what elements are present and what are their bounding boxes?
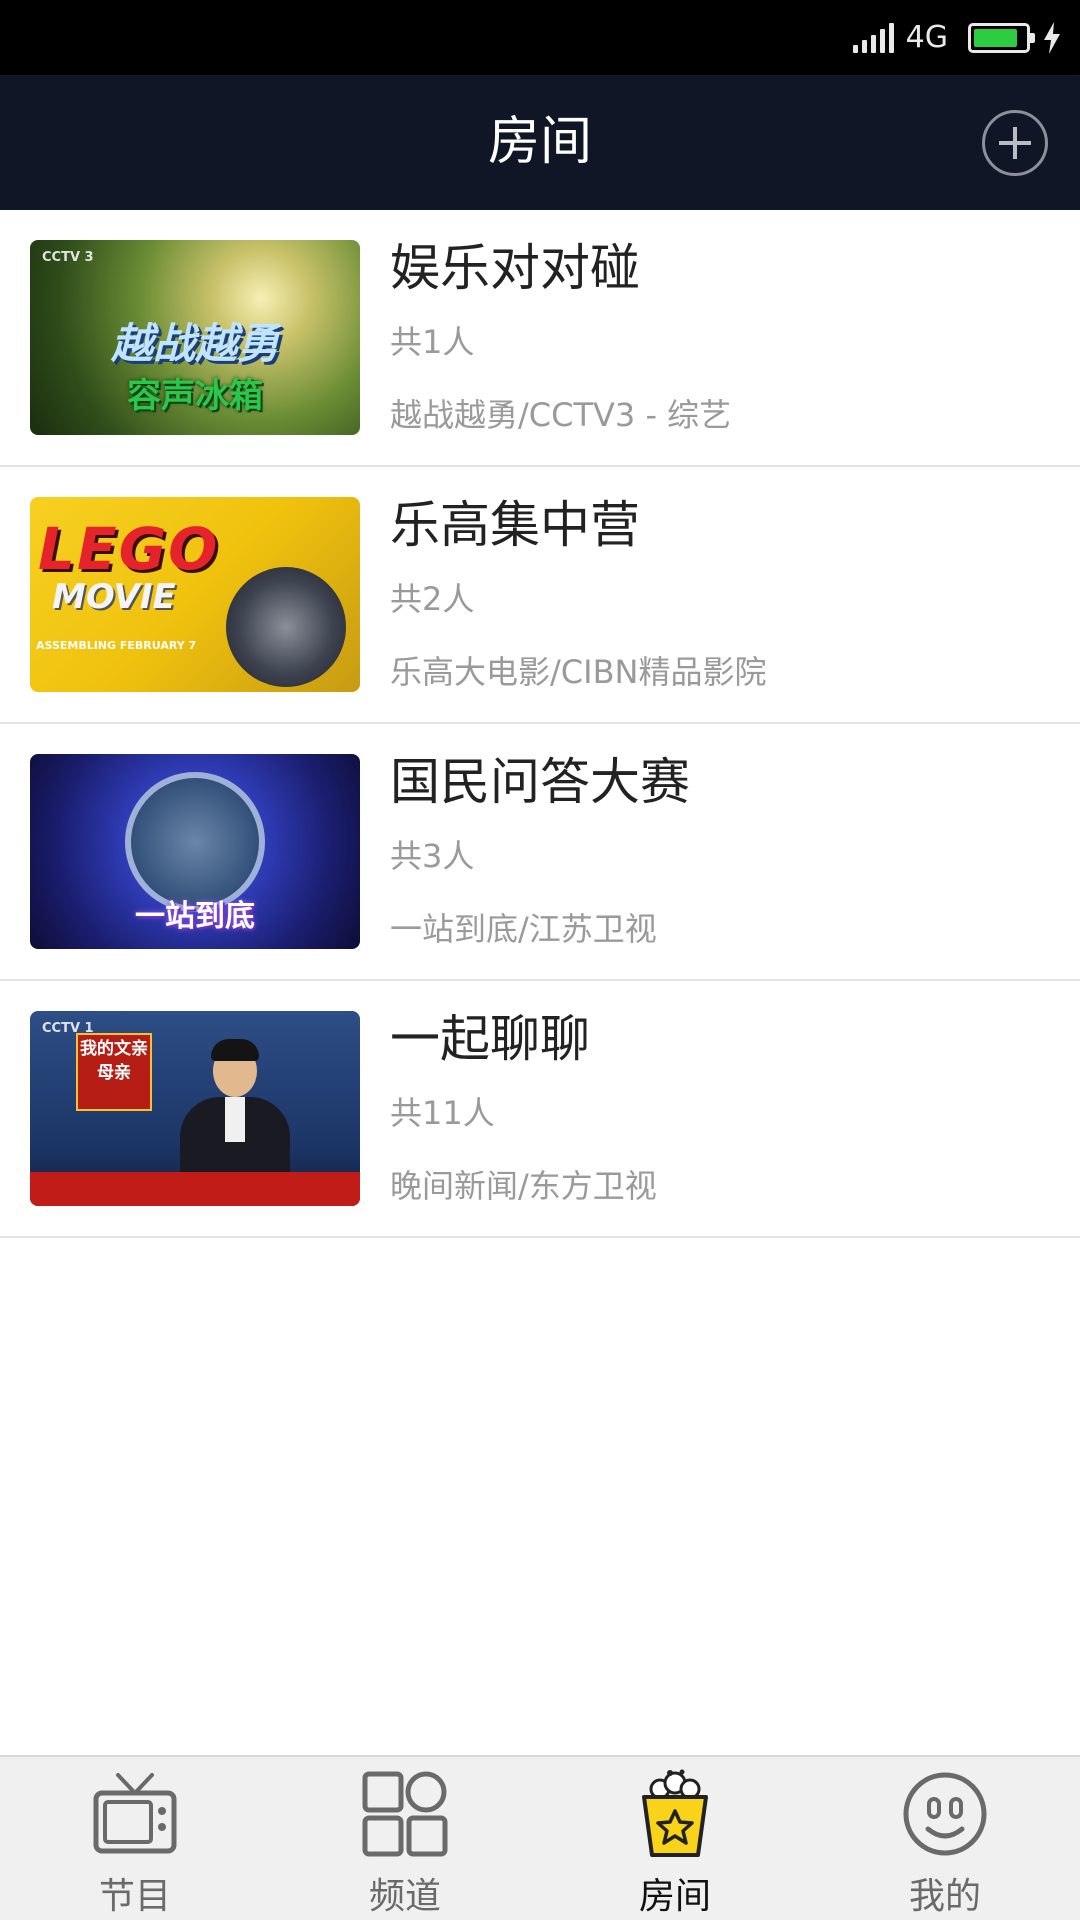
room-list-item[interactable]: CCTV 3 越战越勇 容声冰箱 娱乐对对碰 共1人 越战越勇/CCTV3 - … (0, 210, 1080, 467)
status-indicators: 4G (852, 18, 1062, 58)
room-member-count: 共2人 (390, 580, 475, 618)
tab-label: 节目 (98, 1876, 171, 1917)
thumbnail-logo: LEGO (38, 515, 220, 583)
thumbnail-art (226, 567, 346, 687)
thumbnail-caption: 我的文亲母亲 (76, 1033, 152, 1111)
room-name: 国民问答大赛 (390, 753, 690, 811)
room-name: 一起聊聊 (390, 1010, 590, 1068)
battery-icon (968, 23, 1035, 53)
room-program-source: 一站到底/江苏卫视 (390, 910, 657, 948)
charging-icon (1044, 22, 1060, 54)
smiley-face-icon (903, 1772, 987, 1856)
room-list: CCTV 3 越战越勇 容声冰箱 娱乐对对碰 共1人 越战越勇/CCTV3 - … (0, 210, 1080, 1238)
add-room-button[interactable] (982, 110, 1048, 176)
tab-rooms[interactable]: 房间 (540, 1757, 810, 1920)
thumbnail-caption: ASSEMBLING FEBRUARY 7 (36, 639, 197, 652)
room-program-source: 乐高大电影/CIBN精品影院 (390, 653, 767, 691)
page-title: 房间 (487, 112, 592, 172)
room-program-source: 越战越勇/CCTV3 - 综艺 (390, 396, 732, 434)
room-member-count: 共11人 (390, 1094, 495, 1132)
room-thumbnail: CCTV 1 我的文亲母亲 (30, 1011, 360, 1206)
room-thumbnail: CCTV 3 越战越勇 容声冰箱 (30, 240, 360, 435)
tab-me[interactable]: 我的 (810, 1757, 1080, 1920)
tab-programs[interactable]: 节目 (0, 1757, 270, 1920)
bottom-tab-bar: 节目 频道 房间 我的 (0, 1755, 1080, 1920)
room-list-item[interactable]: CCTV 1 我的文亲母亲 一起聊聊 共11人 晚间新闻/东方卫视 (0, 981, 1080, 1238)
tab-label: 频道 (368, 1876, 441, 1917)
tab-label: 房间 (638, 1876, 711, 1917)
room-thumbnail: LEGO MOVIE ASSEMBLING FEBRUARY 7 (30, 497, 360, 692)
popcorn-star-icon (642, 1769, 708, 1857)
thumbnail-caption: 一站到底 (135, 899, 255, 934)
tab-channels[interactable]: 频道 (270, 1757, 540, 1920)
room-list-item[interactable]: 一站到底 国民问答大赛 共3人 一站到底/江苏卫视 (0, 724, 1080, 981)
status-bar: 4G (0, 0, 1080, 75)
room-member-count: 共3人 (390, 837, 475, 875)
grid-icon (362, 1771, 448, 1857)
network-type: 4G (905, 20, 948, 55)
room-name: 娱乐对对碰 (390, 239, 640, 297)
thumbnail-caption: 容声冰箱 (127, 376, 263, 416)
thumbnail-subtitle: MOVIE (52, 577, 176, 617)
battery-level (974, 29, 1017, 47)
news-ticker (30, 1172, 360, 1206)
room-member-count: 共1人 (390, 323, 475, 361)
header: 房间 (0, 75, 1080, 210)
room-program-source: 晚间新闻/东方卫视 (390, 1167, 657, 1205)
tv-icon (93, 1773, 177, 1854)
thumbnail-channel-tag: CCTV 3 (42, 250, 94, 265)
room-thumbnail: 一站到底 (30, 754, 360, 949)
room-name: 乐高集中营 (390, 496, 640, 554)
room-list-item[interactable]: LEGO MOVIE ASSEMBLING FEBRUARY 7 乐高集中营 共… (0, 467, 1080, 724)
thumbnail-logo: 越战越勇 (110, 319, 279, 368)
signal-strength-icon (852, 23, 894, 53)
tab-label: 我的 (908, 1876, 981, 1917)
news-anchor-image (180, 1035, 290, 1187)
